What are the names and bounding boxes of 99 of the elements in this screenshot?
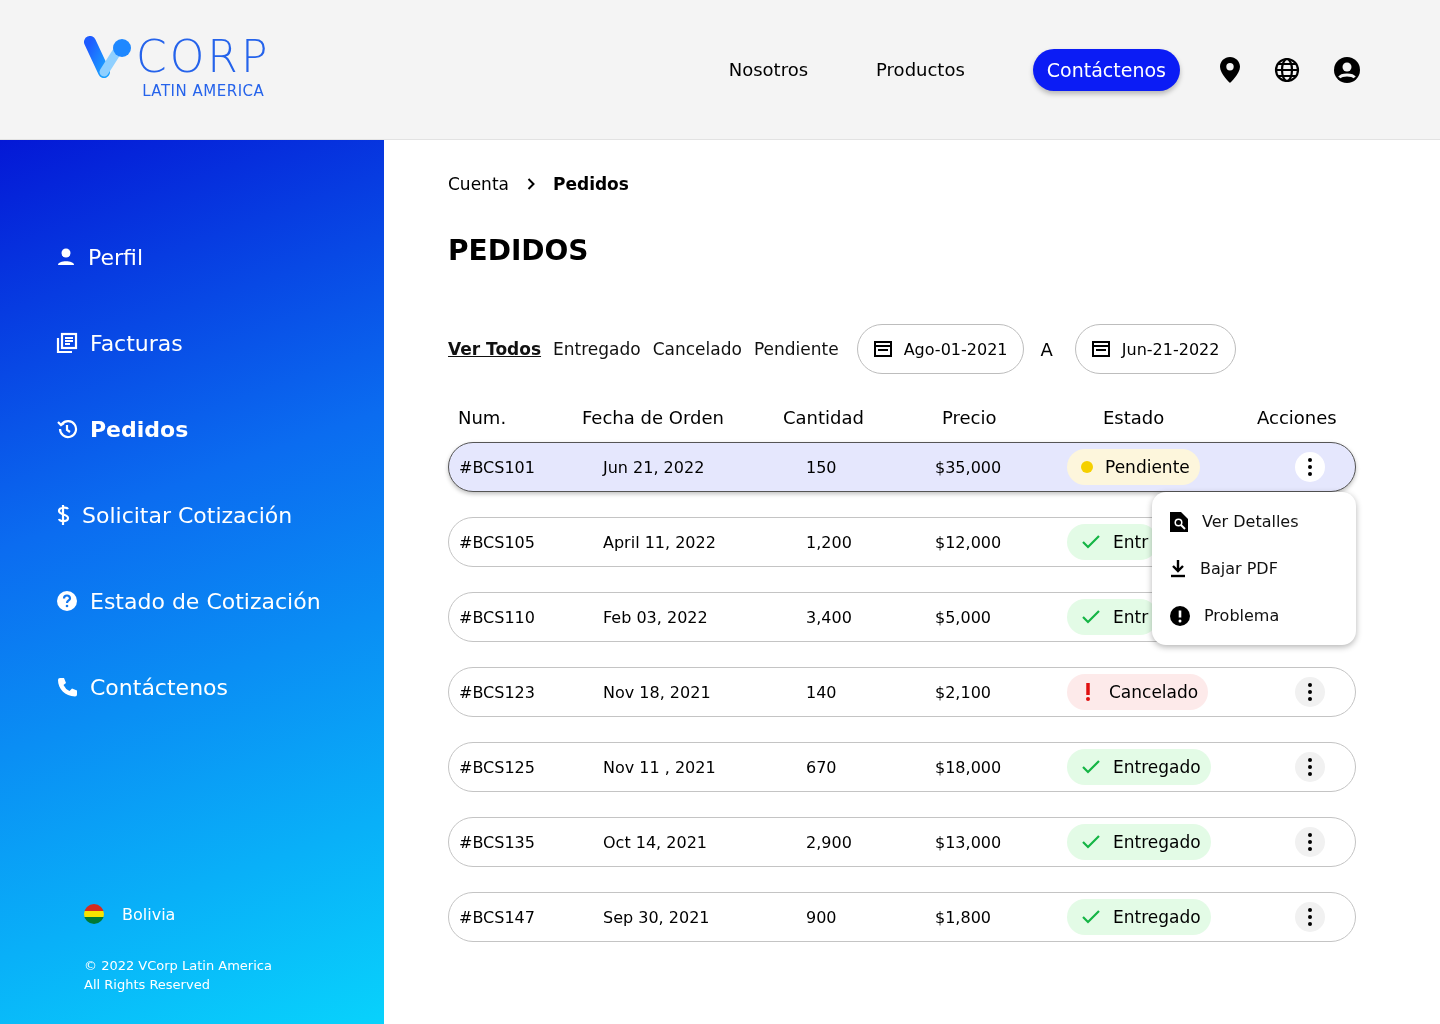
flag-icon: [84, 904, 104, 924]
table-cell-text: 150: [806, 457, 838, 477]
table-cell-text: $12,000: [935, 532, 1003, 552]
sidebar-item[interactable]: Facturas: [56, 300, 384, 386]
table-cell-text: Feb 03, 2022: [603, 607, 709, 627]
table-cell-text: $13,000: [935, 832, 1003, 852]
table-cell-text: #BCS125: [459, 757, 536, 777]
table-cell-text: $35,000: [935, 457, 1003, 477]
document-search-icon: [1170, 511, 1188, 532]
sidebar-item[interactable]: Perfil: [56, 214, 384, 300]
copyright-text: © 2022 VCorp Latin America: [84, 958, 273, 973]
status-badge: Entregado: [1067, 749, 1211, 785]
page-title: PEDIDOS: [448, 234, 590, 269]
globe-icon[interactable]: [1274, 56, 1300, 83]
documents-icon: [56, 332, 78, 354]
table-cell-text: Oct 14, 2021: [603, 832, 708, 852]
table-cell-text: 2,900: [806, 832, 853, 852]
order-row[interactable]: #BCS135 Oct 14, 2021 2,900 $13,000 Entregado: [448, 817, 1356, 867]
check-icon: [1081, 609, 1101, 625]
status-badge: Cancelado: [1067, 674, 1209, 710]
kebab-icon: [1308, 458, 1312, 476]
location-pin-icon[interactable]: [1220, 56, 1240, 83]
more-options-button[interactable]: [1295, 827, 1325, 857]
column-header: Acciones: [1257, 406, 1338, 428]
table-cell-text: 3,400: [806, 607, 853, 627]
table-cell-text: Sep 30, 2021: [603, 907, 711, 927]
table-cell-text: April 11, 2022: [603, 532, 717, 552]
logo-tagline: LATIN AMERICA: [142, 81, 265, 100]
table-cell-text: 670: [806, 757, 838, 777]
column-header: Precio: [942, 406, 998, 428]
sidebar-item[interactable]: Pedidos: [56, 386, 384, 472]
date-to-button[interactable]: Jun-21-2022: [1074, 324, 1237, 374]
contact-button[interactable]: Contáctenos: [1032, 48, 1180, 91]
check-icon: [1081, 909, 1101, 925]
download-icon: [1170, 559, 1186, 578]
table-cell-text: $1,800: [935, 907, 992, 927]
table-cell-text: #BCS123: [459, 682, 536, 702]
table-cell-text: #BCS110: [459, 607, 536, 627]
kebab-icon: [1308, 833, 1312, 851]
filter-tab[interactable]: Cancelado: [652, 339, 742, 359]
exclamation-icon: [1085, 683, 1091, 701]
check-icon: [1081, 759, 1101, 775]
table-cell-text: #BCS147: [459, 907, 536, 927]
status-badge: Entregado: [1067, 899, 1211, 935]
check-icon: [1081, 534, 1101, 550]
more-options-button[interactable]: [1295, 452, 1325, 482]
table-cell-text: $18,000: [935, 757, 1003, 777]
history-icon: [56, 418, 78, 440]
status-badge: Entregado: [1067, 824, 1211, 860]
table-cell-text: 140: [806, 682, 838, 702]
status-badge: Pendiente: [1067, 449, 1200, 485]
logo-icon: [84, 35, 134, 80]
nav-link[interactable]: Nosotros: [728, 59, 809, 80]
date-from-button[interactable]: Ago-01-2021: [856, 324, 1025, 374]
table-cell-text: $5,000: [935, 607, 992, 627]
breadcrumb-link[interactable]: Cuenta: [448, 174, 509, 194]
dollar-icon: [56, 504, 70, 526]
sidebar-item[interactable]: Solicitar Cotización: [56, 472, 384, 558]
alert-icon: [1170, 605, 1190, 626]
filter-tab[interactable]: Pendiente: [753, 339, 839, 359]
column-header: Estado: [1103, 406, 1166, 428]
kebab-icon: [1308, 683, 1312, 701]
copyright-text: All Rights Reserved: [84, 977, 211, 992]
table-cell-text: 1,200: [806, 532, 853, 552]
kebab-icon: [1308, 758, 1312, 776]
filter-tab[interactable]: Ver Todos: [448, 339, 542, 359]
table-cell-text: #BCS135: [459, 832, 536, 852]
more-options-button[interactable]: [1295, 752, 1325, 782]
column-header: Num.: [458, 406, 508, 428]
phone-icon: [56, 676, 78, 698]
chevron-right-icon: [526, 178, 535, 190]
table-cell-text: $2,100: [935, 682, 992, 702]
calendar-icon: [1091, 340, 1110, 358]
account-icon[interactable]: [1334, 56, 1360, 83]
status-dot-icon: [1081, 461, 1093, 473]
breadcrumb-link[interactable]: Pedidos: [552, 174, 629, 194]
table-cell-text: #BCS105: [459, 532, 536, 552]
date-separator: A: [1040, 338, 1053, 360]
logo-wordmark: CORP: [136, 31, 271, 82]
nav-link[interactable]: Productos: [876, 59, 965, 80]
table-cell-text: #BCS101: [459, 457, 536, 477]
more-options-button[interactable]: [1295, 902, 1325, 932]
table-cell-text: 900: [806, 907, 838, 927]
person-icon: [56, 247, 76, 267]
table-cell-text: Nov 18, 2021: [603, 682, 712, 702]
column-header: Fecha de Orden: [582, 406, 725, 428]
order-row[interactable]: #BCS147 Sep 30, 2021 900 $1,800 Entregado: [448, 892, 1356, 942]
check-icon: [1081, 834, 1101, 850]
table-cell-text: Nov 11 , 2021: [603, 757, 717, 777]
order-row[interactable]: #BCS123 Nov 18, 2021 140 $2,100 Cancelado: [448, 667, 1356, 717]
order-row[interactable]: #BCS125 Nov 11 , 2021 670 $18,000 Entregado: [448, 742, 1356, 792]
more-options-button[interactable]: [1295, 677, 1325, 707]
column-header: Cantidad: [783, 406, 865, 428]
kebab-icon: [1308, 908, 1312, 926]
sidebar-item[interactable]: Estado de Cotización: [56, 558, 384, 644]
filter-tab[interactable]: Entregado: [553, 339, 641, 359]
table-cell-text: Jun 21, 2022: [603, 457, 706, 477]
calendar-icon: [873, 340, 892, 358]
help-icon: [56, 590, 78, 612]
